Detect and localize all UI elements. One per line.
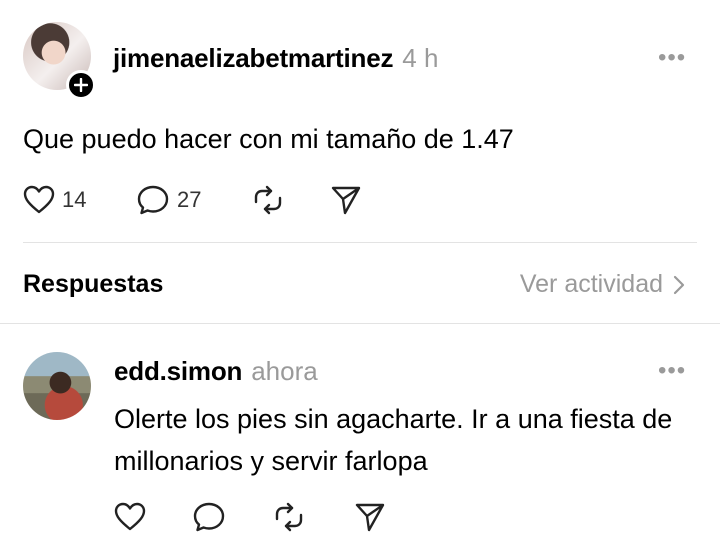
post-time: 4 h — [402, 43, 439, 73]
reply-text: Olerte los pies sin agacharte. Ir a una … — [114, 404, 673, 476]
divider — [0, 323, 720, 324]
reply-username[interactable]: edd.simon — [114, 356, 242, 387]
comment-icon — [193, 502, 225, 532]
reply-more-icon[interactable]: ••• — [658, 357, 686, 385]
post-comment-count: 27 — [177, 187, 202, 212]
reply-time: ahora — [251, 356, 318, 386]
post-repost-button[interactable] — [252, 185, 284, 215]
heart-icon — [114, 502, 146, 531]
post-username[interactable]: jimenaelizabetmartinez — [113, 43, 393, 74]
view-activity-label: Ver actividad — [519, 270, 663, 298]
post-like-count: 14 — [62, 187, 87, 212]
reply-author-avatar[interactable] — [23, 352, 91, 420]
post-text: Que puedo hacer con mi tamaño de 1.47 — [23, 124, 514, 154]
repost-icon — [254, 185, 282, 215]
follow-plus-button[interactable] — [66, 70, 96, 100]
reply-like-button[interactable] — [114, 502, 146, 532]
repost-icon — [275, 502, 303, 532]
post-share-button[interactable] — [330, 185, 362, 215]
reply-repost-button[interactable] — [273, 502, 305, 532]
post-more-icon[interactable]: ••• — [658, 44, 686, 72]
divider — [23, 242, 697, 243]
comment-icon — [137, 185, 169, 215]
post-like-button[interactable]: 14 — [23, 185, 86, 215]
post-comment-button[interactable]: 27 — [137, 185, 201, 215]
plus-icon — [74, 78, 88, 92]
view-activity-link[interactable]: Ver actividad — [520, 270, 685, 299]
heart-icon — [23, 185, 55, 214]
send-icon — [331, 186, 361, 215]
chevron-right-icon — [673, 275, 685, 294]
reply-share-button[interactable] — [354, 502, 386, 532]
send-icon — [355, 503, 385, 532]
replies-title: Respuestas — [23, 270, 164, 298]
reply-comment-button[interactable] — [193, 502, 226, 532]
